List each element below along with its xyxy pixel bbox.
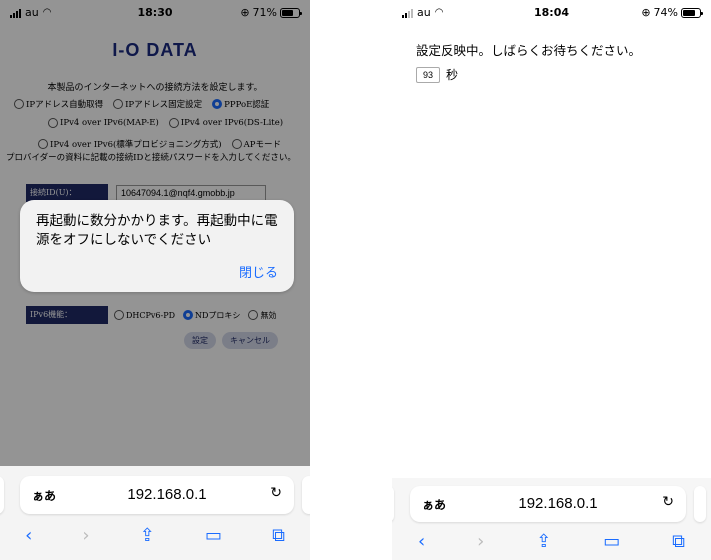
next-tab-preview[interactable] [302,476,310,514]
alarm-icon: ⊕ [641,6,651,19]
safari-toolbar: ぁあ 192.168.0.1 ↻ ‹ › ⇪ ▭ ⧉ [0,466,310,560]
countdown-value: 93 [416,66,440,83]
battery-percent: 74% [653,6,678,19]
url-text: 192.168.0.1 [518,495,598,512]
safari-toolbar: ぁあ 192.168.0.1 ↻ ‹ › ⇪ ▭ ⧉ [392,478,711,560]
countdown-unit: 秒 [446,68,459,82]
bookmarks-icon[interactable]: ▭ [603,531,620,552]
right-phone-screen: au ◠ 18:04 ⊕ 74% 設定反映中。しばらくお待ちください。 93 秒… [392,0,711,560]
battery-icon [681,7,703,18]
address-bar[interactable]: ぁあ 192.168.0.1 ↻ [20,476,294,514]
battery-fill [683,9,695,16]
left-phone-screen: au ◠ 18:30 ⊕ 71% I-O DATA 本製品のインターネットへの接… [0,0,310,560]
status-bar: au ◠ 18:04 ⊕ 74% [392,0,711,26]
next-tab-preview[interactable] [694,486,706,522]
forward-icon[interactable]: › [82,525,89,546]
back-icon[interactable]: ‹ [418,531,425,552]
reload-icon[interactable]: ↻ [662,494,674,510]
reboot-alert-dialog: 再起動に数分かかります。再起動中に電源をオフにしないでください 閉じる [20,200,294,292]
alert-message: 再起動に数分かかります。再起動中に電源をオフにしないでください [36,213,278,248]
forward-icon[interactable]: › [477,531,484,552]
bookmarks-icon[interactable]: ▭ [205,525,222,546]
page-settings-button[interactable]: ぁあ [32,487,56,504]
applying-settings-message: 設定反映中。しばらくお待ちください。 [416,43,642,58]
url-text: 192.168.0.1 [127,486,207,503]
back-icon[interactable]: ‹ [25,525,32,546]
safari-nav-row: ‹ › ⇪ ▭ ⧉ [0,520,310,550]
safari-nav-row: ‹ › ⇪ ▭ ⧉ [392,526,711,556]
previous-tab-preview[interactable] [0,476,4,514]
page-settings-button[interactable]: ぁあ [422,496,446,513]
reload-icon[interactable]: ↻ [270,485,282,501]
tabs-icon[interactable]: ⧉ [672,531,685,552]
address-bar[interactable]: ぁあ 192.168.0.1 ↻ [410,486,686,522]
previous-tab-preview[interactable] [392,486,394,522]
tabs-icon[interactable]: ⧉ [272,525,285,546]
countdown-row: 93 秒 [416,66,458,83]
alert-close-button[interactable]: 閉じる [239,262,278,281]
share-icon[interactable]: ⇪ [140,525,155,546]
share-icon[interactable]: ⇪ [536,531,551,552]
